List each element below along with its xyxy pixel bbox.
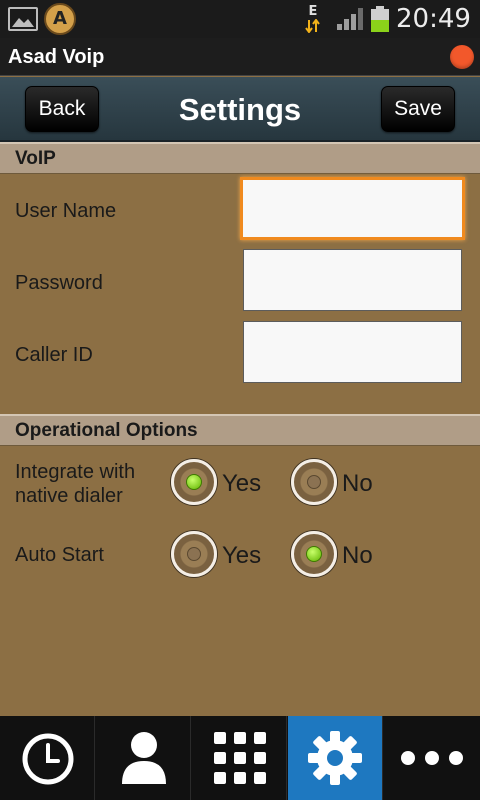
app-title-bar: Asad Voip	[0, 38, 480, 76]
clock-icon	[22, 733, 74, 785]
battery-icon	[371, 6, 389, 32]
password-field[interactable]	[243, 249, 462, 311]
app-title: Asad Voip	[8, 46, 105, 68]
integrate-yes-label[interactable]: Yes	[222, 470, 261, 498]
auto-start-no-label[interactable]: No	[342, 542, 373, 570]
voip-section-title: VoIP	[15, 148, 56, 169]
signal-strength-icon	[337, 8, 363, 30]
status-bar: A E 20:49	[0, 0, 480, 38]
network-type-indicator: E	[304, 5, 322, 34]
auto-start-label: Auto Start	[15, 544, 104, 566]
page-title: Settings	[178, 92, 302, 127]
save-button[interactable]: Save	[381, 86, 455, 132]
username-label: User Name	[15, 200, 117, 222]
options-section-header: Operational Options	[0, 414, 480, 446]
gear-icon	[308, 731, 362, 785]
more-icon	[401, 751, 463, 765]
status-dot-icon[interactable]	[450, 45, 474, 69]
clock-time: 20:49	[396, 4, 471, 34]
contact-icon	[122, 732, 166, 784]
auto-start-yes-radio[interactable]	[171, 531, 217, 577]
nav-dialpad[interactable]	[192, 716, 287, 800]
caller-id-label: Caller ID	[15, 344, 93, 366]
gallery-notification-icon	[8, 7, 38, 31]
integrate-label-line2: native dialer	[15, 485, 123, 507]
password-label: Password	[15, 272, 103, 294]
username-field[interactable]	[240, 177, 465, 240]
integrate-no-radio[interactable]	[291, 459, 337, 505]
integrate-yes-radio[interactable]	[171, 459, 217, 505]
app-notification-icon: A	[44, 3, 76, 35]
back-button[interactable]: Back	[25, 86, 99, 132]
auto-start-no-radio[interactable]	[291, 531, 337, 577]
dialpad-icon	[214, 732, 266, 784]
integrate-no-label[interactable]: No	[342, 470, 373, 498]
integrate-label-line1: Integrate with	[15, 461, 136, 483]
nav-recents[interactable]	[0, 716, 95, 800]
integrate-label: Integrate with native dialer	[15, 460, 135, 508]
nav-contacts[interactable]	[96, 716, 191, 800]
nav-more[interactable]	[384, 716, 480, 800]
auto-start-yes-label[interactable]: Yes	[222, 542, 261, 570]
options-section-title: Operational Options	[15, 420, 198, 441]
nav-settings[interactable]	[288, 716, 383, 800]
voip-section-header: VoIP	[0, 142, 480, 174]
bottom-nav	[0, 716, 480, 800]
settings-header: Back Settings Save	[0, 77, 480, 142]
caller-id-field[interactable]	[243, 321, 462, 383]
